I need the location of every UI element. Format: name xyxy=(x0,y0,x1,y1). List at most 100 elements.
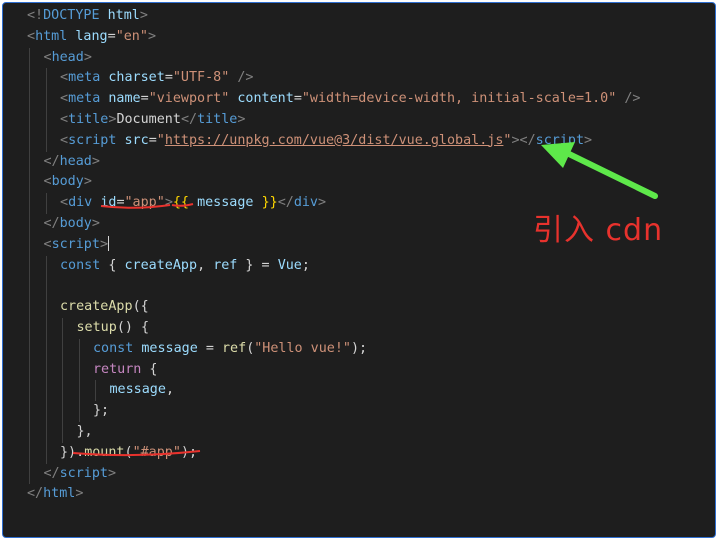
code-token: title xyxy=(197,111,238,127)
code-editor[interactable]: <!DOCTYPE html> <html lang="en"> <head> <me… xyxy=(2,2,716,538)
indent-guide xyxy=(45,276,47,298)
code-token: > xyxy=(237,111,246,127)
indent-guide xyxy=(29,359,30,381)
indent-guide xyxy=(29,297,30,318)
code-line[interactable]: <script> xyxy=(3,234,715,256)
indent-guide xyxy=(29,213,30,235)
code-line[interactable]: <title>Document</title> xyxy=(3,109,715,131)
code-token: body xyxy=(51,174,84,190)
indent-guide xyxy=(62,317,63,339)
code-token: </ xyxy=(27,486,44,502)
code-line[interactable]: <meta charset="UTF-8" /> xyxy=(3,68,715,90)
code-token: html xyxy=(43,486,76,502)
code-line[interactable]: createApp({ xyxy=(3,297,715,318)
code-line[interactable]: </html> xyxy=(3,484,715,505)
code-line[interactable]: <html lang="en"> xyxy=(3,27,715,48)
code-token: ref xyxy=(213,257,238,273)
code-token: Vue xyxy=(277,257,302,273)
code-area[interactable]: <!DOCTYPE html> <html lang="en"> <head> <me… xyxy=(3,3,715,505)
code-token: name xyxy=(108,91,141,107)
code-line[interactable]: return { xyxy=(3,359,715,381)
code-token: > xyxy=(318,195,327,211)
code-token: < xyxy=(60,111,69,127)
code-token: ref xyxy=(222,340,247,356)
code-token: meta xyxy=(68,91,101,107)
code-line[interactable]: </body> xyxy=(3,213,715,235)
indent-guide xyxy=(29,401,30,422)
code-line[interactable]: }, xyxy=(3,421,715,443)
code-token: </ xyxy=(180,111,198,127)
code-token: const xyxy=(60,257,101,273)
code-token: </ xyxy=(43,215,60,231)
code-token: = xyxy=(107,28,116,44)
code-line[interactable]: <meta name="viewport" content="width=dev… xyxy=(3,89,715,110)
code-line[interactable]: const message = ref("Hello vue!"); xyxy=(3,338,715,360)
code-token: script xyxy=(51,236,100,252)
code-token: = xyxy=(116,195,125,211)
code-token: div xyxy=(68,195,93,211)
code-line[interactable]: }; xyxy=(3,401,715,422)
code-token: /> xyxy=(624,91,641,107)
code-token: lang xyxy=(75,28,108,44)
indent-guide xyxy=(29,380,30,402)
code-token: "app" xyxy=(124,195,165,211)
code-token: return xyxy=(93,361,142,377)
indent-guide xyxy=(29,255,30,277)
code-line[interactable]: message, xyxy=(3,380,715,402)
indent-guide xyxy=(29,317,30,339)
indent-guide xyxy=(29,442,30,464)
code-line[interactable]: </head> xyxy=(3,151,715,173)
code-token: script xyxy=(68,132,117,148)
code-token: = xyxy=(293,91,302,107)
code-line[interactable]: setup() { xyxy=(3,317,715,339)
code-token: ; xyxy=(301,257,310,273)
indent-guide xyxy=(29,276,30,298)
code-line[interactable]: <script src="https://unpkg.com/vue@3/dis… xyxy=(3,130,715,152)
code-token: > xyxy=(83,174,92,190)
code-line[interactable]: }).mount("#app"); xyxy=(3,442,715,464)
code-token: > xyxy=(164,195,173,211)
code-token: , xyxy=(165,382,174,398)
code-token: charset xyxy=(108,70,165,86)
code-line[interactable] xyxy=(3,276,715,298)
indent-guide xyxy=(45,359,47,381)
code-token: = xyxy=(164,70,173,86)
code-token: ( xyxy=(124,444,133,460)
indent-guide xyxy=(45,401,47,422)
code-line[interactable]: <div id="app">{{ message }}</div> xyxy=(3,193,715,214)
indent-guide xyxy=(29,47,30,69)
code-token: { xyxy=(141,361,158,377)
code-line[interactable]: <!DOCTYPE html> xyxy=(3,6,715,27)
code-token: }, xyxy=(76,423,93,439)
code-token: }). xyxy=(60,444,85,460)
indent-guide xyxy=(45,255,47,277)
indent-guide xyxy=(29,151,30,173)
code-token: ></ xyxy=(511,132,536,148)
code-token: id xyxy=(100,195,117,211)
code-token: https://unpkg.com/vue@3/dist/vue.global.… xyxy=(164,132,504,148)
indent-guide xyxy=(45,317,47,339)
code-line[interactable]: <body> xyxy=(3,172,715,194)
indent-guide xyxy=(29,130,30,152)
code-line[interactable]: </script> xyxy=(3,463,715,485)
code-token: > xyxy=(139,8,148,23)
indent-guide xyxy=(29,172,30,194)
code-token: mount xyxy=(84,444,125,460)
code-token: ); xyxy=(180,444,198,460)
indent-guide xyxy=(45,89,47,110)
code-token: Document xyxy=(116,111,181,127)
code-token: ); xyxy=(351,340,368,356)
code-token: < xyxy=(43,174,52,190)
indent-guide xyxy=(78,338,80,360)
code-token: DOCTYPE xyxy=(43,8,100,23)
code-line[interactable]: const { createApp, ref } = Vue; xyxy=(3,255,715,277)
indent-guide xyxy=(62,401,63,422)
code-token: > xyxy=(99,236,108,252)
code-token: "UTF-8" xyxy=(172,70,230,86)
code-line[interactable]: <head> xyxy=(3,47,715,69)
code-token: content xyxy=(237,91,294,107)
code-token: script xyxy=(535,132,585,148)
